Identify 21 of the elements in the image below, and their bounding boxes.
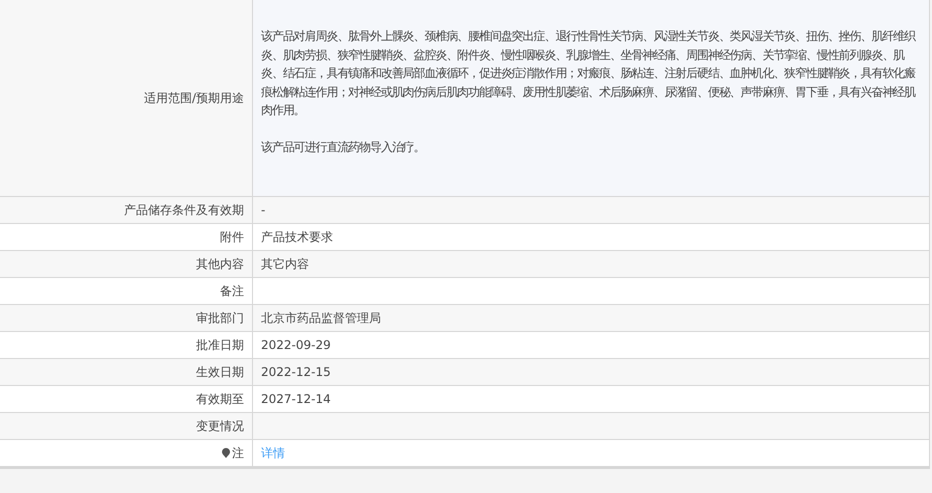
field-value: 2027-12-14: [261, 391, 331, 408]
field-value: 其它内容: [261, 256, 309, 273]
field-label: 批准日期: [196, 337, 244, 354]
field-label: 注: [232, 445, 244, 462]
details-link[interactable]: 详情: [261, 444, 285, 462]
field-label: 适用范围/预期用途: [144, 90, 244, 107]
field-value: 2022-09-29: [261, 337, 331, 354]
field-label: 有效期至: [196, 391, 244, 408]
field-label: 附件: [220, 229, 244, 246]
field-label: 备注: [220, 283, 244, 300]
description-paragraph: 该产品可进行直流药物导入治疗。: [261, 138, 426, 156]
field-label: 审批部门: [196, 310, 244, 327]
field-label: 生效日期: [196, 364, 244, 381]
field-label: 其他内容: [196, 256, 244, 273]
field-label: 变更情况: [196, 418, 244, 435]
field-value: 北京市药品监督管理局: [261, 310, 381, 327]
field-value: 产品技术要求: [261, 229, 333, 246]
field-value: 2022-12-15: [261, 364, 331, 381]
field-label: 产品储存条件及有效期: [124, 202, 244, 219]
description-paragraph: 该产品对肩周炎、肱骨外上髁炎、颈椎病、腰椎间盘突出症、退行性骨性关节病、风湿性关节炎、类风湿关节炎、扭伤、挫伤、肌纤维织炎、肌肉劳损、狭窄性腱鞘炎、盆腔炎、附件炎、慢性咽喉炎、乳腺增生、坐骨神经痛、周围神经伤病、关节挛缩、慢性前列腺炎、肌炎、结石症，具有镇痛和改善局部血液循环，促进炎症消散作用；对瘢痕、肠粘连、注射后硬结、血肿机化、狭窄性腱鞘炎，具有软化瘢痕松解粘连作用；对神经或肌肉伤病后肌肉功能障碍、废用性肌萎缩、术后肠麻痹、尿潴留、便秘、声带麻痹、胃下垂，具有兴奋神经肌肉作用。: [261, 28, 917, 119]
field-value: -: [261, 202, 266, 219]
